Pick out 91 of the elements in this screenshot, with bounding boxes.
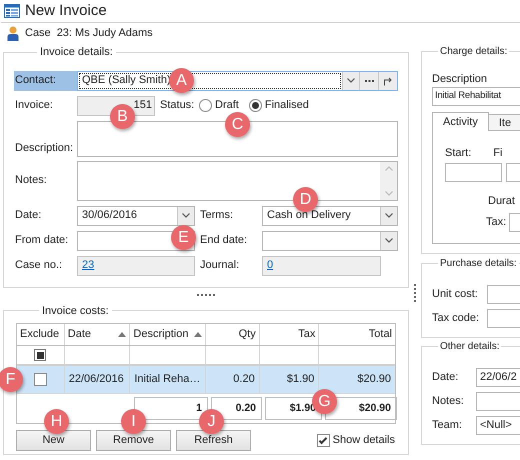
dropdown-button[interactable] [380,206,397,224]
tab[interactable]: Activity [432,112,489,131]
callout-tooltip: A [169,68,194,93]
checkbox[interactable] [34,373,47,386]
column-header[interactable]: Exclude [17,324,65,345]
chevron-up-icon [384,166,392,170]
field-label: Case no.: [14,258,64,274]
checkbox[interactable]: Show details [316,432,395,449]
link[interactable]: 0 [267,257,274,274]
table-cell: Initial Reha… [130,366,206,393]
field-label: Date: [14,208,42,224]
callout-tooltip: C [225,112,250,137]
chevron-down-icon [385,238,393,243]
description-field[interactable]: Initial Rehabilitat [432,87,520,106]
table-cell-text: $20.90 [356,372,392,388]
radio-button[interactable]: Finalised [248,97,309,114]
button[interactable]: Refresh [176,430,251,451]
end-date-field[interactable] [262,230,398,250]
checkbox[interactable] [34,349,46,361]
group-title: Purchase details: [439,257,518,271]
splitter-handle-icon[interactable] [414,284,416,302]
scrollbar[interactable] [380,162,397,200]
input-field[interactable] [487,285,520,304]
dropdown-button[interactable] [177,206,194,224]
button[interactable]: New [16,430,91,451]
date-field[interactable]: 30/06/2016 [77,206,195,226]
input-field[interactable]: 22/06/2 [476,368,520,387]
arrow-icon [383,76,393,86]
field-label: From date: [14,233,70,248]
callout-tooltip: H [44,409,69,434]
window-title: New Invoice [25,0,107,21]
group-title: Invoice costs: [41,304,110,318]
column-header[interactable]: Tax [260,324,320,345]
field-label: Notes: [432,394,465,410]
callout-tooltip: D [293,187,318,212]
input-field[interactable] [487,309,520,328]
goto-button[interactable] [378,72,397,90]
column-header[interactable]: Description [130,324,206,345]
field-label: Tax: [486,214,506,230]
field-label: Start: [445,146,472,161]
column-header[interactable]: Total [319,324,396,345]
field-label: Fi [493,146,502,161]
field-label: Status: [159,98,196,114]
field-label: Unit cost: [432,287,479,302]
callout-tooltip: I [121,409,146,434]
chevron-down-icon [385,213,393,218]
case-value: 23: Ms Judy Adams [56,26,153,42]
button[interactable]: Remove [96,430,171,451]
terms-field[interactable]: Cash on Delivery [262,206,398,226]
window-icon [4,4,20,18]
field-label: End date: [199,233,248,248]
field-label: Tax code: [432,311,480,326]
field-label: Terms: [199,208,234,224]
finish-field[interactable] [506,163,520,182]
dropdown-button[interactable] [342,72,359,90]
group-title: Charge details: [439,45,508,59]
field-label: Contact: [14,70,77,90]
table-row[interactable]: 22/06/2016 Initial Reha… 0.20 $1.90 $20.90 [17,366,395,393]
splitter-handle-icon[interactable] [197,294,215,296]
chevron-down-icon [347,78,355,83]
field-label: Description [432,72,488,87]
field-label: Durat [487,194,516,209]
dropdown-button[interactable] [380,232,397,250]
chevron-down-icon [182,213,190,218]
field-label: Invoice: [14,98,54,114]
input-field[interactable] [476,392,520,411]
field-label: Notes: [14,173,48,188]
sort-up-icon [118,332,126,337]
chevron-down-icon [384,190,392,196]
radio-button[interactable]: Draft [199,97,239,114]
tab[interactable]: Ite [488,114,520,131]
group-title: Other details: [439,340,500,354]
field-label: Date: [432,370,460,386]
field-label: Team: [432,418,463,434]
table-cell: 22/06/2016 [64,366,130,393]
column-header[interactable]: Date [64,324,130,345]
column-header[interactable]: Qty [206,324,260,345]
group-title: Invoice details: [39,45,114,60]
callout-tooltip: B [110,104,135,129]
link[interactable]: 23 [82,257,94,274]
case-label: Case [25,26,51,42]
start-field[interactable] [445,163,502,182]
person-icon [7,26,19,41]
table-cell: 0.20 [206,366,260,393]
field-label: Journal: [199,258,240,274]
sort-up-icon [194,332,202,337]
tax-field[interactable] [509,212,520,232]
field-label: Description: [14,141,74,156]
ellipsis-button[interactable] [359,72,378,90]
callout-tooltip: F [0,367,23,392]
input-field[interactable]: <Null> [476,416,520,435]
